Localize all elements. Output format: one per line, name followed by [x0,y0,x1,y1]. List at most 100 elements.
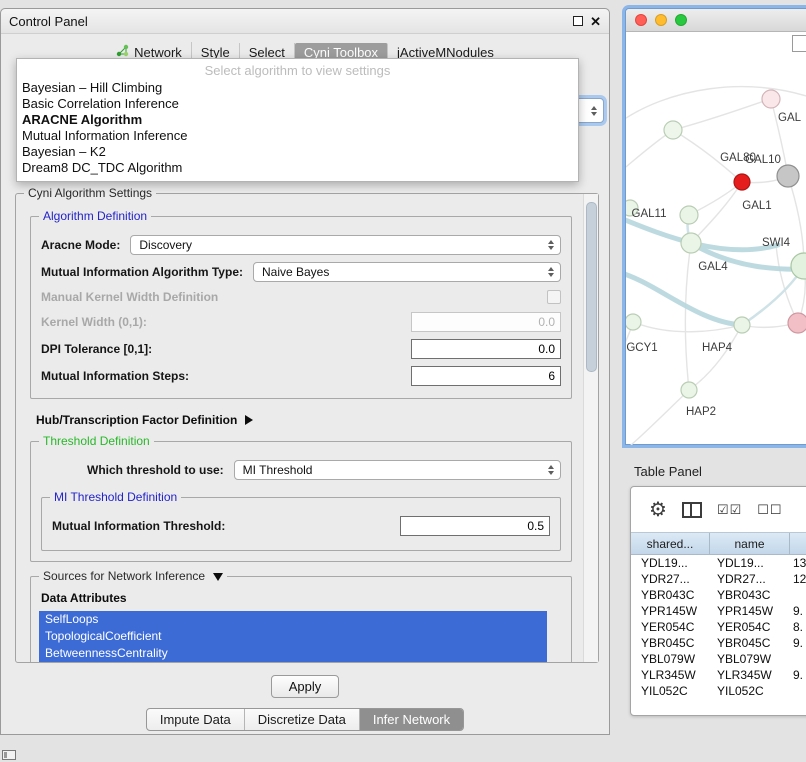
table-row[interactable]: YLR345W YLR345W 9. [631,667,806,683]
zoom-traffic-light[interactable] [675,14,687,26]
network-canvas[interactable]: GAL80 GAL GAL10 GAL11 GAL1 SWI4 GAL4 GCY… [626,32,806,445]
table-row[interactable]: YER054C YER054C 8. [631,619,806,635]
cell-shared: YER054C [631,620,710,634]
cell-name: YIL052C [710,684,790,698]
combo-arrows-icon [548,240,554,250]
sources-group: Sources for Network Inference Data Attri… [30,576,572,662]
algorithm-definition-title: Algorithm Definition [39,209,151,223]
cell-value: 12 [790,572,806,586]
settings-scrollbar[interactable] [583,194,598,662]
network-view-window: GAL80 GAL GAL10 GAL11 GAL1 SWI4 GAL4 GCY… [625,8,806,445]
mi-steps-label: Mutual Information Steps: [41,369,189,383]
cell-name: YER054C [710,620,790,634]
combo-arrows-icon [548,465,554,475]
cell-name: YPR145W [710,604,790,618]
tab-discretize-data[interactable]: Discretize Data [245,709,360,730]
table-row[interactable]: YIL052C YIL052C [631,683,806,699]
attribute-item-selfloops[interactable]: SelfLoops [39,611,547,628]
node-green-right[interactable] [791,253,806,279]
node-pink-right[interactable] [788,313,806,333]
node-gal11[interactable] [680,206,698,224]
dpi-tolerance-row: DPI Tolerance [0,1]: [41,338,561,360]
cell-name: YLR345W [710,668,790,682]
manual-kernel-label: Manual Kernel Width Definition [41,290,218,304]
network-window-titlebar[interactable] [626,9,806,32]
close-traffic-light[interactable] [635,14,647,26]
label-gal11: GAL11 [632,208,667,220]
close-window-icon[interactable]: ✕ [590,15,601,28]
birdseye-view-button[interactable] [792,35,806,52]
apply-row: Apply [1,675,609,698]
mi-threshold-group-title: MI Threshold Definition [50,490,181,504]
mi-threshold-field[interactable] [400,516,550,536]
sources-group-title[interactable]: Sources for Network Inference [39,569,227,583]
expand-arrow-icon [245,415,253,425]
tab-impute-data[interactable]: Impute Data [147,709,245,730]
algorithm-option-dream8[interactable]: Dream8 DC_TDC Algorithm [17,160,578,176]
table-row[interactable]: YDL19... YDL19... 13 [631,555,806,571]
algorithm-option-aracne[interactable]: ARACNE Algorithm [17,112,578,128]
column-header-shared-name[interactable]: shared... [631,533,710,554]
kernel-width-label: Kernel Width (0,1): [41,315,147,329]
cell-shared: YLR345W [631,668,710,682]
node-gal10-red[interactable] [734,174,750,190]
node-hap4[interactable] [734,317,750,333]
table-settings-gear-icon[interactable]: ⚙ [649,500,667,520]
bottom-tab-bar: Impute Data Discretize Data Infer Networ… [1,708,609,731]
scrollbar-thumb[interactable] [586,202,597,372]
node-gal4[interactable] [681,233,701,253]
node-gal1-gray[interactable] [777,165,799,187]
attribute-item-topologicalcoefficient[interactable]: TopologicalCoefficient [39,628,547,645]
minimize-traffic-light[interactable] [655,14,667,26]
threshold-definition-group: Threshold Definition Which threshold to … [30,441,572,562]
algorithm-option-basic-correlation[interactable]: Basic Correlation Inference [17,96,578,112]
column-header-cut[interactable] [790,533,806,554]
restore-panel-icon[interactable] [2,750,16,760]
threshold-definition-title: Threshold Definition [39,434,154,448]
dpi-tolerance-field[interactable] [411,339,561,359]
table-row[interactable]: YBR045C YBR045C 9. [631,635,806,651]
hub-definition-toggle[interactable]: Hub/Transcription Factor Definition [36,413,570,427]
table-row[interactable]: YBL079W YBL079W [631,651,806,667]
control-panel-titlebar[interactable]: Control Panel ✕ [1,9,609,34]
kernel-width-row: Kernel Width (0,1): [41,311,561,333]
mi-type-row: Mutual Information Algorithm Type: Naive… [41,261,561,283]
label-gal10: GAL10 [745,154,781,166]
window-controls: ✕ [573,15,601,28]
algorithm-option-bayesian-k2[interactable]: Bayesian – K2 [17,144,578,160]
mi-threshold-label: Mutual Information Threshold: [52,519,225,533]
cell-value: 13 [790,556,806,570]
cell-shared: YPR145W [631,604,710,618]
column-visibility-icon[interactable] [682,502,702,518]
table-row[interactable]: YBR043C YBR043C [631,587,806,603]
node-pink-top[interactable] [762,90,780,108]
apply-button[interactable]: Apply [271,675,340,698]
cell-value: 9. [790,636,806,650]
cell-shared: YDR27... [631,572,710,586]
float-window-icon[interactable] [573,16,583,26]
tab-infer-network[interactable]: Infer Network [360,709,463,730]
cell-name: YDR27... [710,572,790,586]
attribute-item-betweennesscentrality[interactable]: BetweennessCentrality [39,645,547,662]
mi-steps-field[interactable] [411,366,561,386]
manual-kernel-checkbox[interactable] [547,290,561,304]
cell-shared: YBR043C [631,588,710,602]
table-row[interactable]: YDR27... YDR27... 12 [631,571,806,587]
node-gcy1[interactable] [626,314,641,330]
mi-type-select[interactable]: Naive Bayes [253,262,561,282]
node-hap2[interactable] [681,382,697,398]
table-row[interactable]: YPR145W YPR145W 9. [631,603,806,619]
algorithm-option-mutual-information[interactable]: Mutual Information Inference [17,128,578,144]
algorithm-option-bayesian-hill-climbing[interactable]: Bayesian – Hill Climbing [17,80,578,96]
deselect-all-rows-icon[interactable]: ☐☐ [757,502,782,518]
which-threshold-select[interactable]: MI Threshold [234,460,561,480]
algorithm-dropdown-popup: Select algorithm to view settings Bayesi… [16,58,579,182]
label-hap4: HAP4 [702,342,733,354]
column-header-name[interactable]: name [710,533,790,554]
label-gal1: GAL1 [742,200,771,212]
mi-type-label: Mutual Information Algorithm Type: [41,265,243,279]
node-green-topleft[interactable] [664,121,682,139]
cell-value: 8. [790,620,806,634]
aracne-mode-select[interactable]: Discovery [130,235,561,255]
select-all-rows-icon[interactable]: ☑☑ [717,502,742,518]
